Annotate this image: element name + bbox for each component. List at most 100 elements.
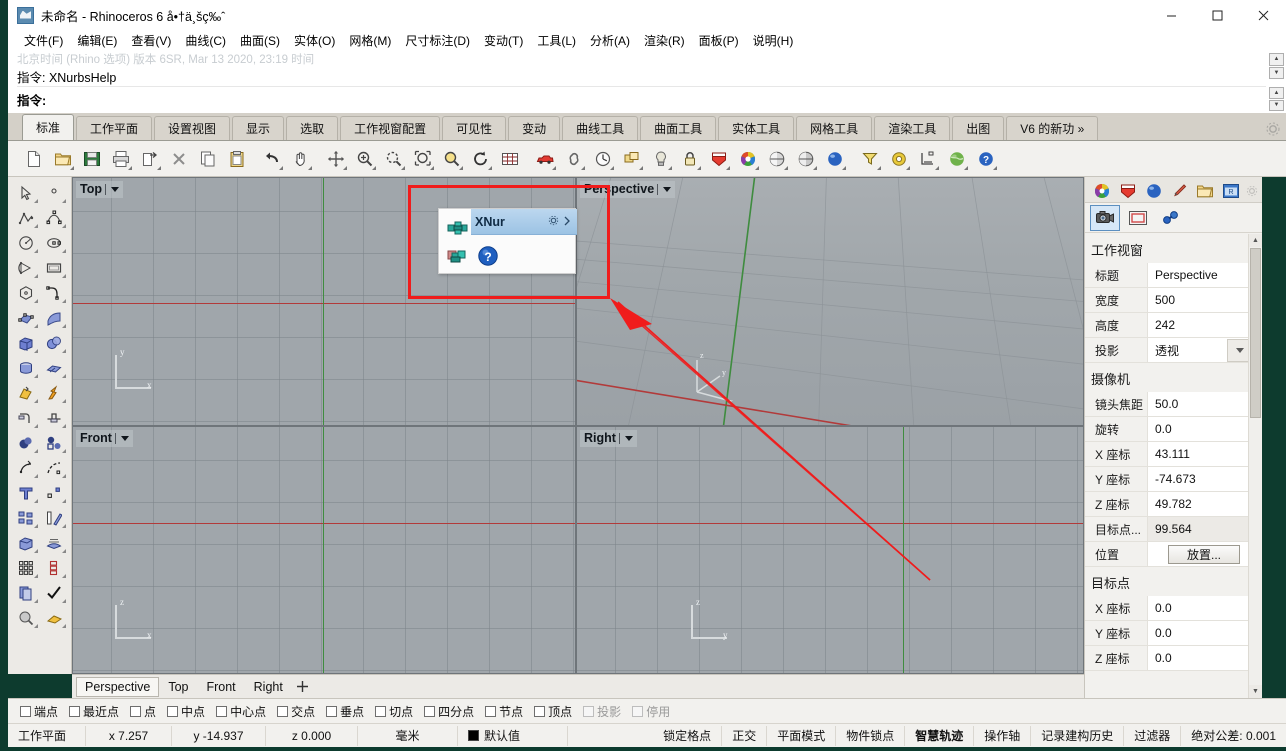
status-layer[interactable]: 默认值 — [458, 726, 568, 746]
gear-icon[interactable] — [1266, 122, 1280, 136]
minimize-icon[interactable] — [1148, 0, 1194, 30]
transform-icon[interactable] — [12, 380, 40, 405]
tab-drafting[interactable]: 出图 — [952, 116, 1004, 140]
color-wheel-icon[interactable] — [734, 145, 761, 172]
open-folder-icon[interactable] — [49, 145, 76, 172]
menu-item-file[interactable]: 文件(F) — [17, 30, 70, 51]
print-icon[interactable] — [107, 145, 134, 172]
blue-sphere-icon[interactable] — [821, 145, 848, 172]
layer-panel-icon[interactable] — [12, 580, 40, 605]
status-toggle-grid-snap[interactable]: 锁定格点 — [653, 726, 722, 746]
property-value[interactable]: -74.673 — [1147, 467, 1253, 491]
xnurbs-toolbar-titlebar[interactable]: XNur — [471, 209, 577, 235]
menu-item-surface[interactable]: 曲面(S) — [233, 30, 287, 51]
menu-item-render[interactable]: 渲染(R) — [637, 30, 692, 51]
link-icon[interactable] — [560, 145, 587, 172]
lock-icon[interactable] — [676, 145, 703, 172]
osnap-knot[interactable]: 节点 — [485, 703, 523, 720]
command-history-scrollbar[interactable]: ▲ ▼ — [1269, 53, 1284, 79]
select-arrow-icon[interactable] — [12, 180, 40, 205]
tab-standard[interactable]: 标准 — [22, 114, 74, 140]
property-value[interactable]: 43.111 — [1147, 442, 1253, 466]
new-file-icon[interactable] — [20, 145, 47, 172]
property-value[interactable]: 242 — [1147, 313, 1253, 337]
osnap-midpoint[interactable]: 中点 — [167, 703, 205, 720]
zoom-extents-icon[interactable] — [409, 145, 436, 172]
car-render-icon[interactable] — [531, 145, 558, 172]
tab-surface-tools[interactable]: 曲面工具 — [640, 116, 716, 140]
options-gear-icon[interactable] — [885, 145, 912, 172]
property-value[interactable]: 0.0 — [1147, 596, 1253, 620]
control-point-curve-icon[interactable] — [40, 205, 68, 230]
gear-icon[interactable] — [548, 215, 559, 229]
status-toggle-history[interactable]: 记录建构历史 — [1031, 726, 1124, 746]
viewport-front[interactable]: Front z x — [72, 426, 576, 674]
fillet-icon[interactable] — [12, 405, 40, 430]
status-units[interactable]: 毫米 — [358, 726, 458, 746]
gear-icon[interactable] — [1244, 185, 1260, 197]
tab-set-view[interactable]: 设置视图 — [154, 116, 230, 140]
properties-scrollbar[interactable]: ▲ ▼ — [1248, 234, 1261, 698]
chevron-down-icon[interactable] — [121, 436, 129, 441]
tab-solid-tools[interactable]: 实体工具 — [718, 116, 794, 140]
surface-from-points-icon[interactable] — [12, 305, 40, 330]
checkbox[interactable] — [130, 706, 141, 717]
osnap-point[interactable]: 点 — [130, 703, 156, 720]
boolean-union-icon[interactable] — [12, 430, 40, 455]
color-wheel-icon[interactable] — [1089, 179, 1115, 203]
scroll-up-icon[interactable]: ▲ — [1249, 234, 1262, 247]
osnap-center[interactable]: 中心点 — [216, 703, 266, 720]
point-edit-icon[interactable] — [40, 480, 68, 505]
material-icon[interactable] — [1115, 179, 1141, 203]
menu-item-mesh[interactable]: 网格(M) — [342, 30, 398, 51]
checkbox[interactable] — [632, 706, 643, 717]
zoom-in-icon[interactable] — [351, 145, 378, 172]
osnap-vertex[interactable]: 顶点 — [534, 703, 572, 720]
chevron-right-icon[interactable] — [563, 215, 572, 229]
tab-render-tools[interactable]: 渲染工具 — [874, 116, 950, 140]
chamfer-icon[interactable] — [40, 405, 68, 430]
viewport-tab-right[interactable]: Right — [245, 677, 292, 697]
checkbox[interactable] — [534, 706, 545, 717]
maximize-icon[interactable] — [1194, 0, 1240, 30]
status-toggle-smarttrack[interactable]: 智慧轨迹 — [905, 726, 974, 746]
property-value[interactable]: 500 — [1147, 288, 1253, 312]
environment-icon[interactable] — [1141, 179, 1167, 203]
xnurbs-help-icon[interactable]: ? — [475, 243, 501, 269]
checkbox[interactable] — [583, 706, 594, 717]
tab-viewport-layout[interactable]: 工作视窗配置 — [340, 116, 440, 140]
status-toggle-planar[interactable]: 平面模式 — [767, 726, 836, 746]
folder-icon[interactable] — [1192, 179, 1218, 203]
shade-sphere-icon[interactable] — [763, 145, 790, 172]
menu-item-dimension[interactable]: 尺寸标注(D) — [398, 30, 477, 51]
explode-icon[interactable] — [40, 380, 68, 405]
solid-edit-icon[interactable] — [12, 530, 40, 555]
osnap-endpoint[interactable]: 端点 — [20, 703, 58, 720]
checkbox[interactable] — [20, 706, 31, 717]
analyze-icon[interactable] — [12, 605, 40, 630]
osnap-tangent[interactable]: 切点 — [375, 703, 413, 720]
checkbox[interactable] — [277, 706, 288, 717]
osnap-near[interactable]: 最近点 — [69, 703, 119, 720]
globe-render-icon[interactable] — [943, 145, 970, 172]
status-toggle-gumball[interactable]: 操作轴 — [974, 726, 1031, 746]
select-filter-icon[interactable] — [856, 145, 883, 172]
menu-item-tools[interactable]: 工具(L) — [530, 30, 583, 51]
viewport-tab-perspective[interactable]: Perspective — [76, 677, 159, 697]
tab-mesh-tools[interactable]: 网格工具 — [796, 116, 872, 140]
place-camera-button[interactable]: 放置... — [1168, 545, 1240, 564]
checkbox[interactable] — [326, 706, 337, 717]
checkbox[interactable] — [167, 706, 178, 717]
menu-item-view[interactable]: 查看(V) — [124, 30, 178, 51]
render-window-icon[interactable]: R — [1218, 179, 1244, 203]
property-value[interactable]: 0.0 — [1147, 646, 1253, 670]
circle-icon[interactable] — [12, 230, 40, 255]
move-icon[interactable] — [322, 145, 349, 172]
osnap-project[interactable]: 投影 — [583, 703, 621, 720]
clock-icon[interactable] — [589, 145, 616, 172]
curve-trim-icon[interactable] — [12, 455, 40, 480]
viewport-frame-icon[interactable] — [1123, 205, 1153, 231]
xnurbs-symmetry-icon[interactable] — [445, 243, 471, 269]
scrollbar-thumb[interactable] — [1250, 248, 1261, 418]
layer-icon[interactable] — [705, 145, 732, 172]
